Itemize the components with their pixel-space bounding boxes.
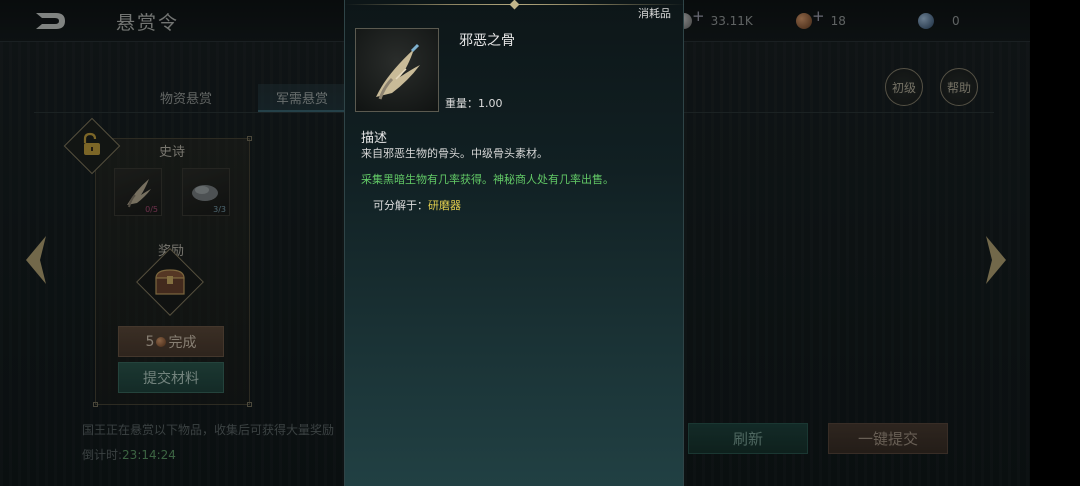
decompose-value: 研磨器 (428, 199, 461, 212)
weight-value: 1.00 (478, 97, 503, 110)
decompose-label: 可分解于： (373, 199, 428, 212)
item-name: 邪恶之骨 (459, 33, 515, 49)
description-text: 来自邪恶生物的骨头。中级骨头素材。 (361, 147, 548, 160)
description-title: 描述 (361, 131, 388, 146)
ornament-icon (509, 0, 520, 10)
item-tooltip: 消耗品 邪恶之骨 重量：1.00 描述 来自邪恶生物的骨头。中级骨头素材。 采集… (344, 0, 685, 486)
item-image-frame (355, 28, 439, 112)
item-weight: 重量：1.00 (445, 95, 503, 111)
decompose-info: 可分解于：研磨器 (373, 197, 461, 213)
screen-edge (1030, 0, 1080, 486)
item-type: 消耗品 (638, 7, 671, 20)
weight-label: 重量： (445, 97, 478, 110)
item-source: 采集黑暗生物有几率获得。神秘商人处有几率出售。 (361, 173, 614, 186)
evil-bone-claw-icon (376, 43, 420, 100)
